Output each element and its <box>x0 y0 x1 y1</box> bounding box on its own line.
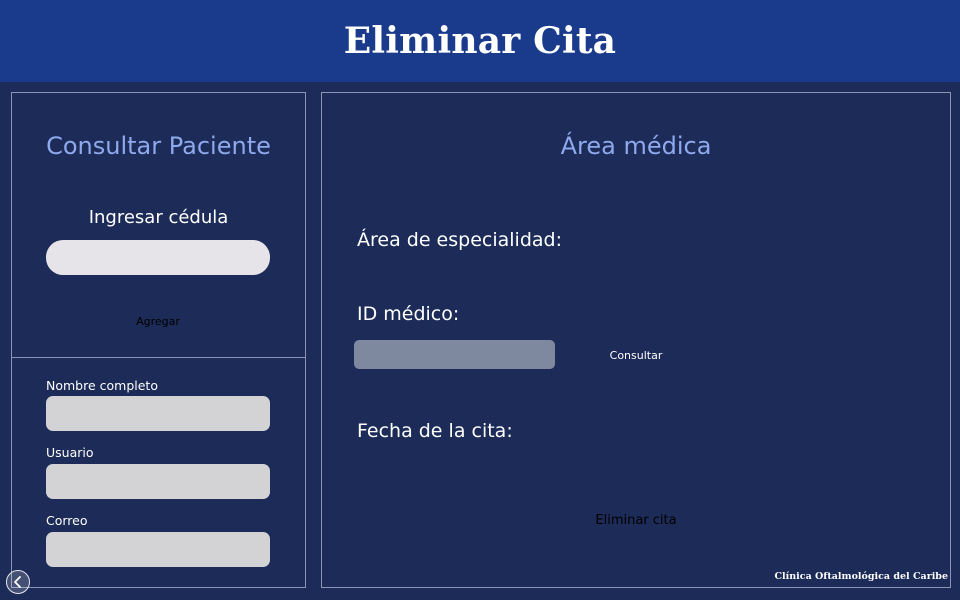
full-name-label: Nombre completo <box>46 378 158 393</box>
username-label: Usuario <box>46 445 94 460</box>
medical-panel-title: Área médica <box>560 132 712 160</box>
patient-panel-divider <box>11 357 306 358</box>
page-title: Eliminar Cita <box>343 20 617 62</box>
patient-panel-title: Consultar Paciente <box>46 132 271 160</box>
cedula-input[interactable] <box>46 240 270 275</box>
doctor-id-label: ID médico: <box>357 303 460 325</box>
back-button[interactable] <box>6 570 30 594</box>
delete-appointment-button[interactable]: Eliminar cita <box>576 511 696 529</box>
doctor-id-input[interactable] <box>354 340 555 369</box>
consult-button[interactable]: Consultar <box>596 347 676 363</box>
email-label: Correo <box>46 513 88 528</box>
cedula-label: Ingresar cédula <box>88 207 229 228</box>
header-bar: Eliminar Cita <box>0 0 960 82</box>
chevron-left-icon <box>14 576 21 588</box>
appointment-date-label: Fecha de la cita: <box>357 420 513 442</box>
specialty-label: Área de especialidad: <box>357 229 562 251</box>
add-button[interactable]: Agregar <box>108 313 208 329</box>
email-field[interactable] <box>46 532 270 567</box>
username-field[interactable] <box>46 464 270 499</box>
full-name-field[interactable] <box>46 396 270 431</box>
clinic-brand: Clínica Oftalmológica del Caribe <box>774 571 948 582</box>
